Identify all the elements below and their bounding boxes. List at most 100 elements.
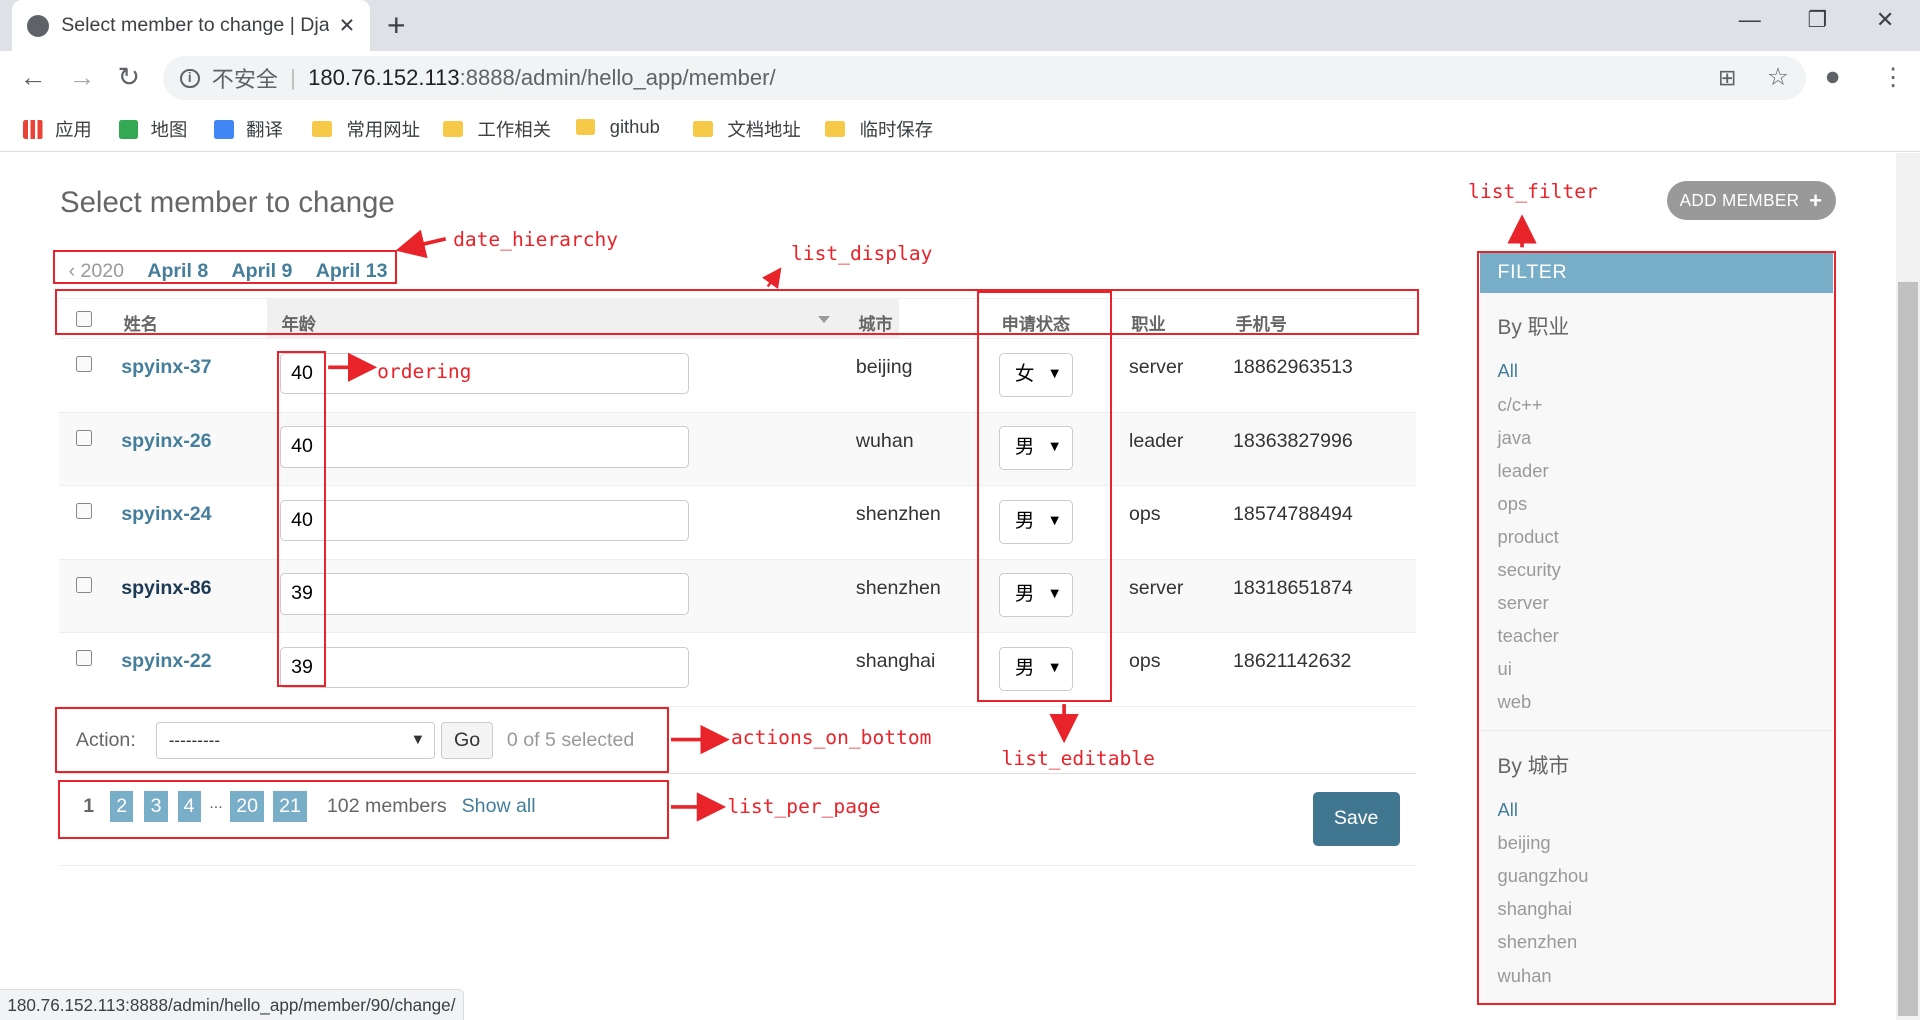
annotation-list-filter: list_filter (1468, 180, 1598, 203)
browser-toolbar: ← → ↻ i 不安全 | 180.76.152.113 :8888/admin… (0, 51, 1920, 106)
bookmark-label: github (609, 116, 660, 138)
annotation-list-per-page: list_per_page (727, 794, 881, 818)
folder-icon (443, 121, 463, 138)
bookmark-label: 文档地址 (727, 119, 801, 141)
table-row: spyinx-26 40 wuhan 男 ▼ leader 18363827996 (58, 412, 1416, 487)
table-row: spyinx-37 40 beijing 女 ▼ server 188629635… (58, 339, 1416, 413)
folder-icon (693, 121, 713, 138)
browser-tabbar: Select member to change | Django ✕ + — ❐… (0, 0, 1920, 52)
table-row: spyinx-86 39 shenzhen 男 ▼ server 18318651… (58, 559, 1416, 634)
bookmark-label: 工作相关 (477, 119, 551, 141)
job-cell: server (1128, 576, 1184, 599)
annotation-date-hierarchy: date_hierarchy (453, 227, 619, 251)
bookmark-folder[interactable]: 文档地址 (693, 116, 801, 142)
member-name-link[interactable]: spyinx-24 (121, 503, 211, 526)
phone-cell: 18318651874 (1233, 576, 1353, 599)
bookmark-apps[interactable]: 应用 (23, 116, 92, 142)
annotation-list-display: list_display (791, 242, 933, 266)
age-input[interactable]: 39 (280, 646, 690, 689)
maps-icon (118, 119, 139, 140)
table-row: spyinx-22 39 shanghai 男 ▼ ops 18621142632 (58, 633, 1416, 707)
reload-icon[interactable]: ↻ (118, 62, 141, 93)
url-path: :8888/admin/hello_app/member/ (459, 65, 776, 91)
forward-icon[interactable]: → (69, 62, 96, 93)
close-tab-icon[interactable]: ✕ (339, 14, 355, 38)
status-bar-url: 180.76.152.113:8888/admin/hello_app/memb… (0, 989, 464, 1020)
translate-bookmark-icon (214, 119, 234, 140)
address-bar[interactable]: i 不安全 | 180.76.152.113 :8888/admin/hello… (162, 56, 1807, 101)
star-icon[interactable]: ☆ (1767, 62, 1789, 92)
annotation-box-actions (55, 706, 669, 773)
add-member-button[interactable]: ADD MEMBER + (1666, 181, 1836, 221)
member-name-link[interactable]: spyinx-26 (121, 430, 211, 453)
annotation-box-list-editable (977, 291, 1112, 702)
table-row: spyinx-24 40 shenzhen 男 ▼ ops 18574788494 (58, 486, 1416, 560)
address-separator: | (290, 65, 296, 91)
browser-tab[interactable]: Select member to change | Django ✕ (12, 0, 370, 52)
bookmark-folder[interactable]: 工作相关 (443, 116, 551, 142)
city-cell: shenzhen (855, 576, 941, 599)
minimize-icon[interactable]: — (1739, 7, 1761, 33)
annotation-list-editable: list_editable (1001, 746, 1155, 770)
member-name-link[interactable]: spyinx-86 (121, 577, 211, 600)
bookmark-label: 应用 (55, 119, 92, 141)
row-checkbox[interactable] (75, 429, 92, 446)
annotation-box-list-display (55, 288, 1420, 336)
city-cell: shanghai (855, 650, 936, 673)
job-cell: ops (1128, 650, 1161, 673)
bookmark-label: 常用网址 (346, 119, 420, 141)
annotation-box-date-hierarchy (52, 249, 397, 285)
row-checkbox[interactable] (75, 503, 92, 520)
phone-cell: 18574788494 (1233, 503, 1353, 526)
page-title: Select member to change (60, 186, 395, 220)
job-cell: ops (1128, 503, 1161, 526)
back-icon[interactable]: ← (20, 62, 47, 93)
row-checkbox[interactable] (75, 356, 92, 373)
bookmark-folder[interactable]: github (575, 116, 660, 138)
age-input[interactable]: 40 (280, 352, 690, 395)
globe-icon (26, 14, 49, 37)
annotation-box-list-filter (1476, 251, 1836, 1006)
annotation-actions-on-bottom: actions_on_bottom (731, 726, 932, 750)
save-button[interactable]: Save (1312, 792, 1400, 847)
bookmark-label: 临时保存 (859, 119, 934, 141)
add-member-label: ADD MEMBER (1679, 190, 1800, 211)
bookmarks-bar: 应用 地图 翻译 常用网址 工作相关 github 文档地址 临时保存 (0, 105, 1920, 152)
member-name-link[interactable]: spyinx-37 (121, 356, 211, 379)
menu-icon[interactable]: ⋮ (1881, 62, 1905, 92)
scrollbar-thumb[interactable] (1897, 281, 1918, 1017)
phone-cell: 18363827996 (1233, 429, 1353, 452)
bookmark-maps[interactable]: 地图 (118, 116, 188, 142)
apps-icon (23, 119, 43, 140)
job-cell: leader (1128, 429, 1184, 452)
folder-icon (825, 121, 845, 138)
restore-icon[interactable]: ❐ (1807, 7, 1827, 33)
phone-cell: 18621142632 (1233, 650, 1352, 673)
translate-icon[interactable]: ⊞ (1718, 65, 1736, 91)
row-checkbox[interactable] (75, 576, 92, 593)
city-cell: beijing (855, 356, 913, 379)
new-tab-icon[interactable]: + (387, 7, 406, 44)
insecure-label: 不安全 (211, 67, 278, 93)
profile-icon[interactable]: ● (1825, 61, 1841, 92)
age-input[interactable]: 40 (280, 499, 690, 542)
member-name-link[interactable]: spyinx-22 (121, 650, 211, 673)
annotation-box-ordering (276, 351, 326, 687)
close-window-icon[interactable]: ✕ (1876, 7, 1894, 33)
bookmark-translate[interactable]: 翻译 (214, 116, 283, 142)
row-checkbox[interactable] (75, 650, 92, 667)
age-input[interactable]: 40 (280, 426, 690, 468)
bookmark-folder[interactable]: 常用网址 (312, 116, 420, 142)
age-input[interactable]: 39 (280, 573, 690, 615)
bookmark-folder[interactable]: 临时保存 (825, 116, 933, 142)
job-cell: server (1128, 356, 1184, 379)
city-cell: wuhan (855, 429, 914, 452)
phone-cell: 18862963513 (1233, 356, 1353, 379)
info-icon[interactable]: i (179, 68, 200, 89)
plus-icon: + (1809, 187, 1823, 213)
tab-title: Select member to change | Django (61, 14, 329, 37)
folder-icon (312, 121, 332, 138)
bookmark-label: 翻译 (246, 119, 283, 141)
folder-icon (575, 119, 596, 136)
bookmark-label: 地图 (150, 119, 188, 141)
